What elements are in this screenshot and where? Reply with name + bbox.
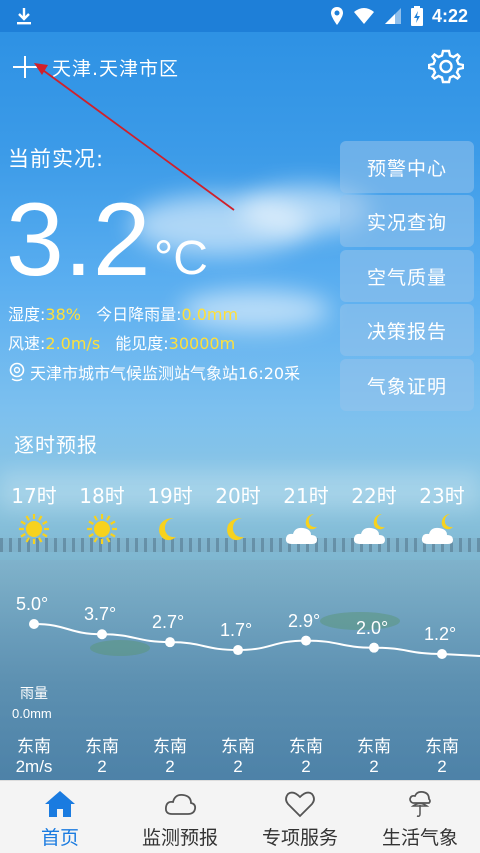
background-lily <box>90 640 150 656</box>
location-icon <box>330 7 343 25</box>
app-screen: 4:22 天津.天津市区 当前实况: 3.2 °C 湿度:38% 今日降雨量:0… <box>0 0 480 853</box>
heart-icon <box>285 791 315 818</box>
wind-speed-label: 风速: <box>8 334 46 353</box>
humidity-value: 38% <box>45 305 81 324</box>
nav-life-label: 生活气象 <box>381 827 458 849</box>
wind-speed: 2 <box>97 757 107 776</box>
wind-speed: 2 <box>437 757 447 776</box>
hour-temperature-label: 3.7° <box>84 604 117 625</box>
cloudy-night-icon <box>353 514 385 544</box>
wind-visibility-row: 风速:2.0m/s 能见度:30000m <box>8 330 235 354</box>
rain-today-label: 今日降雨量: <box>96 305 182 324</box>
decision-report-button[interactable]: 决策报告 <box>340 304 474 356</box>
station-text: 天津市城市气候监测站气象站16:20采 <box>30 364 301 383</box>
nav-home-label: 首页 <box>40 827 79 849</box>
wind-direction: 东南 <box>153 737 187 757</box>
nav-monitor-forecast[interactable]: 监测预报 <box>120 781 240 853</box>
cloudy-night-icon <box>285 514 317 544</box>
location-pin-icon <box>9 362 25 382</box>
wifi-icon <box>353 8 374 24</box>
nav-life-weather[interactable]: 生活气象 <box>360 781 480 853</box>
warning-center-button[interactable]: 预警中心 <box>340 141 474 193</box>
wind-direction: 东南 <box>289 737 323 757</box>
settings-gear-icon[interactable] <box>428 48 464 84</box>
moon-icon <box>159 518 176 541</box>
humidity-rain-row: 湿度:38% 今日降雨量:0.0mm <box>8 301 238 325</box>
bottom-navigation: 首页 监测预报 专项服务 生活气象 <box>0 780 480 853</box>
home-icon <box>45 791 75 817</box>
nav-special-service[interactable]: 专项服务 <box>240 781 360 853</box>
hour-temperature-label: 1.7° <box>220 620 253 641</box>
hour-temperature-label: 2.7° <box>152 612 185 633</box>
hour-temperature-label: 5.0° <box>16 594 49 614</box>
wind-speed: 2m/s <box>15 757 53 776</box>
signal-icon <box>384 8 401 24</box>
sun-icon <box>19 514 49 544</box>
hour-temperature-label: 1.2° <box>424 624 457 644</box>
temperature-unit: °C <box>154 232 208 285</box>
hour-label: 22时 <box>351 484 397 508</box>
rain-label: 雨量 <box>20 686 48 702</box>
visibility-value: 30000m <box>168 334 236 353</box>
wind-direction: 东南 <box>85 737 119 757</box>
hour-temperature-label: 2.0° <box>356 617 389 638</box>
add-city-button[interactable] <box>10 52 40 82</box>
wind-direction: 东南 <box>425 737 459 757</box>
umbrella-icon <box>409 790 431 817</box>
hour-temperature-label: 2.9° <box>288 610 321 631</box>
wind-direction: 东南 <box>357 737 391 757</box>
hour-label: 18时 <box>79 484 125 508</box>
station-info: 天津市城市气候监测站气象站16:20采 <box>8 360 300 384</box>
nav-monitor-label: 监测预报 <box>141 827 218 849</box>
rain-today-value: 0.0mm <box>181 305 239 324</box>
hour-label: 20时 <box>215 484 261 508</box>
wind-speed: 2 <box>233 757 243 776</box>
cloud-icon <box>164 793 197 815</box>
battery-icon <box>410 6 423 26</box>
cloudy-night-icon <box>421 514 453 544</box>
hourly-forecast-title: 逐时预报 <box>14 433 98 457</box>
wind-speed: 2 <box>165 757 175 776</box>
wind-speed: 2 <box>301 757 311 776</box>
wind-direction: 东南 <box>221 737 255 757</box>
humidity-label: 湿度: <box>8 305 46 324</box>
status-bar: 4:22 <box>0 0 480 32</box>
hour-label: 21时 <box>283 484 329 508</box>
live-query-button[interactable]: 实况查询 <box>340 195 474 247</box>
hour-label: 19时 <box>147 484 193 508</box>
location-title: 天津.天津市区 <box>52 58 180 80</box>
air-quality-button[interactable]: 空气质量 <box>340 250 474 302</box>
nav-special-label: 专项服务 <box>261 827 338 849</box>
status-time: 4:22 <box>431 5 468 26</box>
wind-speed: 2 <box>369 757 379 776</box>
download-icon <box>17 8 31 25</box>
weather-certificate-button[interactable]: 气象证明 <box>340 359 474 411</box>
current-conditions-label: 当前实况: <box>8 147 105 171</box>
wind-direction: 东南 <box>17 737 51 757</box>
moon-icon <box>227 518 244 541</box>
nav-home[interactable]: 首页 <box>0 781 120 853</box>
wind-speed-value: 2.0m/s <box>45 334 101 353</box>
hour-label: 23时 <box>419 484 465 508</box>
hour-label: 17时 <box>11 484 57 508</box>
sun-icon <box>87 514 117 544</box>
current-temperature: 3.2 <box>6 182 151 298</box>
rain-value: 0.0mm <box>12 706 52 721</box>
visibility-label: 能见度: <box>115 334 169 353</box>
